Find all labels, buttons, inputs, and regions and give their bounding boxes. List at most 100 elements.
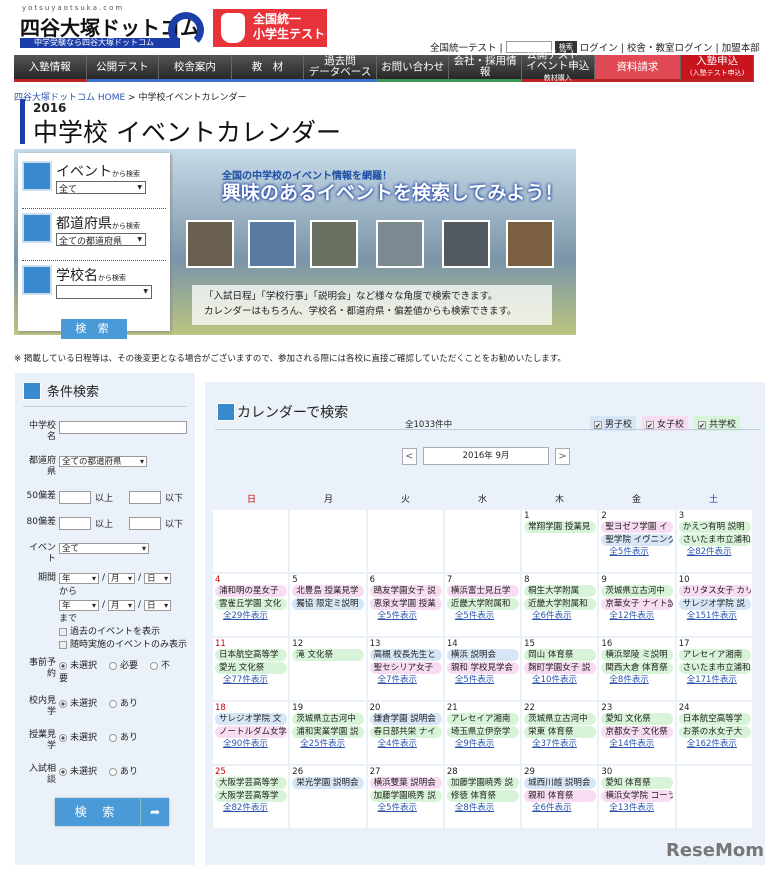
event-item[interactable]: 愛光 文化祭 xyxy=(215,662,287,674)
calendar-day[interactable]: 13 高槻 校長先生と 聖セシリア女子 全7件表示 xyxy=(367,638,443,700)
show-all-link[interactable]: 全77件表示 xyxy=(215,675,286,686)
radio-option[interactable]: あり xyxy=(109,733,138,743)
dev50-max-input[interactable] xyxy=(129,491,162,504)
calendar-day[interactable]: 8 桐生大学附属 近畿大学附属和 全6件表示 xyxy=(522,574,598,636)
calendar-day[interactable]: 29 城西川越 説明会 親和 体育祭 全6件表示 xyxy=(522,766,598,828)
to-month-select[interactable]: 月 xyxy=(108,600,136,611)
calendar-day[interactable]: 2 聖ヨゼフ学園 イ聖学院 イヴニング 全5件表示 xyxy=(599,510,675,572)
nav-item[interactable]: 教 材 xyxy=(231,55,305,82)
event-item[interactable]: 雲雀丘学園 文化 xyxy=(215,598,287,610)
event-item[interactable]: 恵泉女学園 授業 xyxy=(369,598,442,610)
show-all-link[interactable]: 全82件表示 xyxy=(679,547,750,558)
event-item[interactable]: 横浜雙葉 説明会 xyxy=(369,777,442,789)
event-item[interactable]: 茨城県立古河中 xyxy=(292,713,365,725)
show-all-link[interactable]: 全25件表示 xyxy=(292,739,363,750)
event-item[interactable]: 獨協 限定ミ説明 xyxy=(292,598,365,610)
prev-month-button[interactable]: < xyxy=(402,447,417,465)
show-all-link[interactable]: 全5件表示 xyxy=(601,547,672,558)
event-item[interactable]: 京華女子 ナイト説 xyxy=(601,598,674,610)
calendar-day[interactable]: 7 横浜富士見丘学 近畿大学附属和 全5件表示 xyxy=(444,574,521,636)
event-item[interactable]: 横浜富士見丘学 xyxy=(446,585,519,597)
nav-item[interactable]: 資料請求 xyxy=(594,55,682,82)
from-day-select[interactable]: 日 xyxy=(144,573,172,584)
event-item[interactable]: 大阪学芸高等学 xyxy=(215,790,287,802)
show-all-link[interactable]: 全12件表示 xyxy=(601,611,672,622)
nav-item[interactable]: 入塾申込 (入塾テスト申込) xyxy=(681,55,754,82)
dev80-min-input[interactable] xyxy=(59,517,91,530)
calendar-day[interactable]: 6 鴎友学園女子 説恵泉女学園 授業 全5件表示 xyxy=(367,574,443,636)
event-item[interactable]: 栄光学園 説明会 xyxy=(292,777,365,789)
dev80-max-input[interactable] xyxy=(129,517,162,530)
event-item[interactable]: 鴎友学園女子 説 xyxy=(369,585,442,597)
event-item[interactable]: 滝 文化祭 xyxy=(292,649,365,661)
radio-option[interactable]: あり xyxy=(109,699,138,709)
radio-option[interactable]: 未選択 xyxy=(59,733,97,743)
show-all-link[interactable]: 全8件表示 xyxy=(601,675,672,686)
event-item[interactable]: 横浜 説明会 xyxy=(446,649,519,661)
to-year-select[interactable]: 年 xyxy=(59,600,99,611)
event-item[interactable]: 茨城県立古河中 xyxy=(601,585,674,597)
event-item[interactable]: 栄東 体育祭 xyxy=(524,726,597,738)
event-item[interactable]: 麹町学園女子 説 xyxy=(524,662,597,674)
event-item[interactable]: 横浜女学院 コーラ xyxy=(601,790,674,802)
calendar-day[interactable]: 16 横浜翠陵 ミ説明 関西大倉 体育祭 全8件表示 xyxy=(599,638,675,700)
event-item[interactable]: さいたま市立浦和 xyxy=(678,662,751,674)
event-item[interactable]: 大阪学芸高等学 xyxy=(215,777,287,789)
show-all-link[interactable]: 全5件表示 xyxy=(447,675,518,686)
event-item[interactable]: 聖セシリア女子 xyxy=(369,662,442,674)
event-item[interactable]: サレジオ学院 説 xyxy=(678,598,751,610)
calendar-day[interactable]: 3 かえつ有明 説明 さいたま市立浦和 全82件表示 xyxy=(676,510,752,572)
breadcrumb-home[interactable]: 四谷大塚ドットコム HOME xyxy=(14,93,125,103)
event-item[interactable]: 修徳 体育祭 xyxy=(446,790,519,802)
show-all-link[interactable]: 全5件表示 xyxy=(447,611,518,622)
event-item[interactable]: 近畿大学附属和 xyxy=(446,598,519,610)
school-name-input[interactable] xyxy=(59,421,187,434)
calendar-day[interactable]: 26 栄光学園 説明会 xyxy=(290,766,366,828)
show-all-link[interactable]: 全37件表示 xyxy=(524,739,595,750)
event-item[interactable]: 日本航空高等学 xyxy=(215,649,287,661)
show-all-link[interactable]: 全6件表示 xyxy=(524,803,595,814)
show-all-link[interactable]: 全4件表示 xyxy=(370,739,441,750)
qs-pref-select[interactable]: 全ての都道府県 xyxy=(56,233,146,247)
calendar-day[interactable]: 12 滝 文化祭 xyxy=(290,638,366,700)
pref-select[interactable]: 全ての都道府県 xyxy=(59,456,147,467)
show-all-link[interactable]: 全7件表示 xyxy=(370,675,441,686)
calendar-day[interactable]: 28 加藤学園暁秀 説修徳 体育祭 全8件表示 xyxy=(444,766,521,828)
calendar-day[interactable]: 4 浦和明の星女子 雲雀丘学園 文化 全29件表示 xyxy=(213,574,289,636)
event-item[interactable]: 鎌倉学園 説明会 xyxy=(369,713,442,725)
event-item[interactable]: 聖ヨゼフ学園 イ xyxy=(601,521,674,533)
anytime-only-checkbox[interactable]: 随時実施のイベントのみ表示 xyxy=(59,637,187,650)
event-item[interactable]: 埼玉県立伊奈学 xyxy=(446,726,519,738)
event-item[interactable]: 浦和実業学園 説 xyxy=(292,726,365,738)
show-all-link[interactable]: 全171件表示 xyxy=(679,675,750,686)
radio-option[interactable]: 未選択 xyxy=(59,699,97,709)
show-all-link[interactable]: 全10件表示 xyxy=(524,675,595,686)
event-item[interactable]: 春日部共栄 ナイ xyxy=(369,726,442,738)
national-test-banner[interactable]: 全国統一 小学生テスト xyxy=(213,9,327,47)
event-item[interactable]: 加藤学園暁秀 説 xyxy=(446,777,519,789)
qs-event-select[interactable]: 全て xyxy=(56,181,146,195)
calendar-day[interactable]: 27 横浜雙葉 説明会 加藤学園暁秀 説全5件表示 xyxy=(367,766,443,828)
show-all-link[interactable]: 全5件表示 xyxy=(370,611,441,622)
event-item[interactable]: アレセイア湘南 xyxy=(678,649,751,661)
from-month-select[interactable]: 月 xyxy=(108,573,136,584)
calendar-day[interactable]: 22 茨城県立古河中 栄東 体育祭 全37件表示 xyxy=(522,702,598,764)
show-all-link[interactable]: 全5件表示 xyxy=(370,803,441,814)
nav-item[interactable]: 入塾情報 xyxy=(14,55,87,82)
event-item[interactable]: さいたま市立浦和 xyxy=(678,534,751,546)
event-item[interactable]: 桐生大学附属 xyxy=(524,585,597,597)
radio-option[interactable]: 必要 xyxy=(109,661,138,671)
radio-option[interactable]: 未選択 xyxy=(59,767,97,777)
radio-option[interactable]: あり xyxy=(109,767,138,777)
nav-item[interactable]: 会社・採用情報 xyxy=(449,55,522,82)
calendar-day[interactable]: 19 茨城県立古河中 浦和実業学園 説全25件表示 xyxy=(290,702,366,764)
event-item[interactable]: 北豊島 授業見学 xyxy=(292,585,365,597)
login-links[interactable]: ログイン | 校舎・教室ログイン | 加盟本部 xyxy=(580,40,760,54)
next-month-button[interactable]: > xyxy=(555,447,570,465)
from-year-select[interactable]: 年 xyxy=(59,573,99,584)
show-all-link[interactable]: 全162件表示 xyxy=(679,739,750,750)
show-all-link[interactable]: 全6件表示 xyxy=(524,611,595,622)
event-item[interactable]: お茶の水女子大 xyxy=(678,726,751,738)
event-item[interactable]: 横浜翠陵 ミ説明 xyxy=(601,649,674,661)
nav-item[interactable]: 過去問 データベース xyxy=(304,55,377,82)
